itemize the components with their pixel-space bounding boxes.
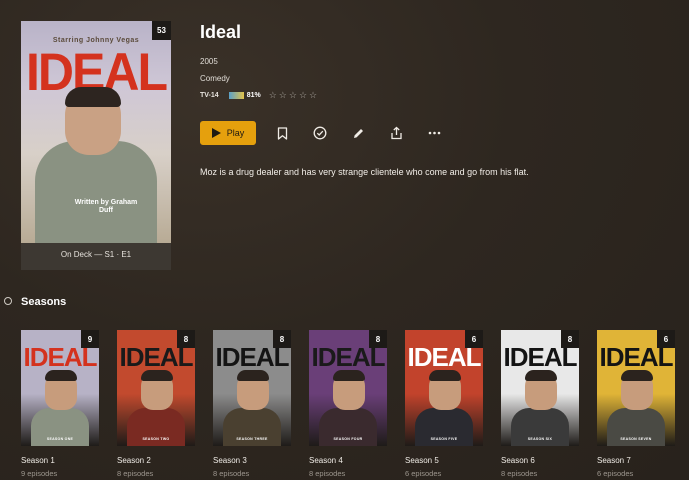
season-poster-subtitle: SEASON SIX: [527, 437, 553, 441]
season-poster[interactable]: IDEAL SEASON FOUR 8: [309, 330, 387, 446]
season-card[interactable]: IDEAL SEASON TWO 8 Season 2 8 episodes: [117, 330, 195, 478]
season-episode-count-badge: 6: [465, 330, 483, 348]
season-title[interactable]: Season 7: [597, 456, 675, 465]
season-card[interactable]: IDEAL SEASON THREE 8 Season 3 8 episodes: [213, 330, 291, 478]
season-episode-count-badge: 8: [177, 330, 195, 348]
section-indicator-icon: [4, 297, 12, 305]
poster-figure-body: [35, 141, 157, 243]
season-card[interactable]: IDEAL SEASON SEVEN 6 Season 7 6 episodes: [597, 330, 675, 478]
season-poster-figure-hair: [429, 370, 461, 381]
season-poster-subtitle: SEASON TWO: [142, 437, 170, 441]
content-rating: TV-14: [200, 92, 219, 99]
check-circle-icon: [313, 126, 327, 140]
action-toolbar: Play: [200, 121, 446, 145]
show-year[interactable]: 2005: [200, 57, 218, 66]
season-poster[interactable]: IDEAL SEASON SIX 8: [501, 330, 579, 446]
season-card[interactable]: IDEAL SEASON ONE 9 Season 1 9 episodes: [21, 330, 99, 478]
season-poster-figure-hair: [45, 370, 77, 381]
season-episodes: 6 episodes: [597, 469, 634, 478]
pencil-icon: [353, 128, 363, 138]
season-poster-figure-hair: [237, 370, 269, 381]
season-poster[interactable]: IDEAL SEASON FIVE 6: [405, 330, 483, 446]
star-icon[interactable]: ☆: [269, 90, 277, 101]
season-episode-count-badge: 9: [81, 330, 99, 348]
seasons-heading[interactable]: Seasons: [21, 296, 66, 308]
star-icon[interactable]: ☆: [279, 90, 287, 101]
share-icon: [390, 126, 402, 140]
more-icon: [428, 131, 440, 135]
show-poster[interactable]: Starring Johnny Vegas IDEAL Written by G…: [21, 21, 171, 270]
season-title[interactable]: Season 6: [501, 456, 579, 465]
mark-watched-button[interactable]: [308, 121, 332, 145]
season-episode-count-badge: 8: [561, 330, 579, 348]
bookmark-button[interactable]: [270, 121, 294, 145]
user-rating-stars[interactable]: ☆ ☆ ☆ ☆ ☆: [269, 90, 317, 101]
bookmark-icon: [277, 126, 287, 140]
on-deck-label[interactable]: On Deck — S1 · E1: [21, 250, 171, 259]
season-episodes: 9 episodes: [21, 469, 58, 478]
page-title: Ideal: [200, 22, 242, 42]
season-poster[interactable]: IDEAL SEASON SEVEN 6: [597, 330, 675, 446]
season-poster-figure-hair: [621, 370, 653, 381]
season-poster[interactable]: IDEAL SEASON THREE 8: [213, 330, 291, 446]
season-episodes: 8 episodes: [309, 469, 346, 478]
season-poster-subtitle: SEASON SEVEN: [620, 437, 652, 441]
season-title[interactable]: Season 4: [309, 456, 387, 465]
meta-row: TV-14 81% ☆ ☆ ☆ ☆ ☆: [200, 90, 317, 101]
season-card[interactable]: IDEAL SEASON SIX 8 Season 6 8 episodes: [501, 330, 579, 478]
season-poster[interactable]: IDEAL SEASON TWO 8: [117, 330, 195, 446]
season-title[interactable]: Season 5: [405, 456, 483, 465]
critic-score: 81%: [246, 92, 261, 99]
play-button[interactable]: Play: [200, 121, 256, 145]
poster-figure-hair: [65, 87, 121, 107]
season-title[interactable]: Season 1: [21, 456, 99, 465]
season-title[interactable]: Season 2: [117, 456, 195, 465]
season-episode-count-badge: 6: [657, 330, 675, 348]
show-genre[interactable]: Comedy: [200, 74, 230, 83]
season-poster-subtitle: SEASON FIVE: [430, 437, 458, 441]
season-episodes: 6 episodes: [405, 469, 442, 478]
season-poster-figure-hair: [333, 370, 365, 381]
season-poster-subtitle: SEASON THREE: [236, 437, 268, 441]
poster-written-by: Written by Graham Duff: [74, 199, 138, 214]
star-icon[interactable]: ☆: [289, 90, 297, 101]
more-button[interactable]: [422, 121, 446, 145]
star-icon[interactable]: ☆: [309, 90, 317, 101]
edit-button[interactable]: [346, 121, 370, 145]
season-poster-subtitle: SEASON ONE: [46, 437, 74, 441]
season-poster-subtitle: SEASON FOUR: [333, 437, 363, 441]
season-episode-count-badge: 8: [273, 330, 291, 348]
play-button-label: Play: [226, 128, 245, 138]
season-poster[interactable]: IDEAL SEASON ONE 9: [21, 330, 99, 446]
season-poster-figure-hair: [141, 370, 173, 381]
season-card[interactable]: IDEAL SEASON FOUR 8 Season 4 8 episodes: [309, 330, 387, 478]
poster-artwork: Starring Johnny Vegas IDEAL Written by G…: [21, 21, 171, 243]
season-title[interactable]: Season 3: [213, 456, 291, 465]
season-episodes: 8 episodes: [117, 469, 154, 478]
share-button[interactable]: [384, 121, 408, 145]
season-episodes: 8 episodes: [213, 469, 250, 478]
tomato-icon: [228, 92, 244, 99]
season-episode-count-badge: 8: [369, 330, 387, 348]
play-icon: [211, 128, 221, 138]
season-episodes: 8 episodes: [501, 469, 538, 478]
star-icon[interactable]: ☆: [299, 90, 307, 101]
season-poster-figure-hair: [525, 370, 557, 381]
season-card[interactable]: IDEAL SEASON FIVE 6 Season 5 6 episodes: [405, 330, 483, 478]
unwatched-count-badge: 53: [152, 21, 171, 40]
show-summary: Moz is a drug dealer and has very strang…: [200, 167, 529, 177]
